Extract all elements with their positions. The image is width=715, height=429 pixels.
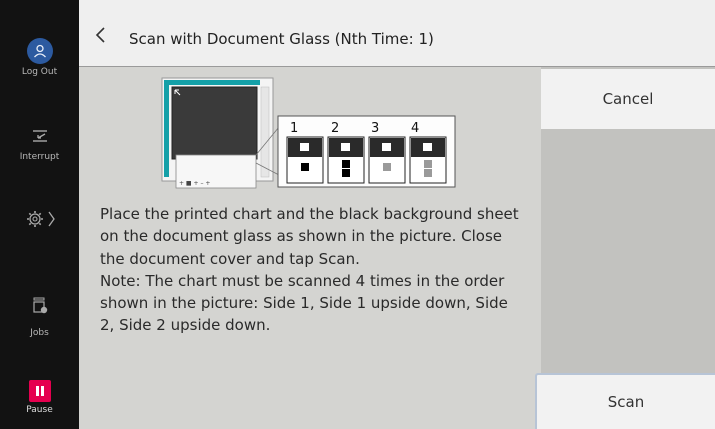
- scan-sequence-callout: 1 2 3 4: [277, 115, 456, 188]
- sequence-number: 4: [411, 121, 419, 136]
- settings-button[interactable]: [0, 208, 79, 233]
- back-button[interactable]: [91, 25, 111, 45]
- sequence-number: 1: [290, 121, 298, 136]
- scan-button[interactable]: Scan: [535, 373, 715, 429]
- placement-illustration: + ■ + – + 1 2 3 4: [161, 77, 456, 189]
- main-content: + ■ + – + 1 2 3 4 Place the printed char…: [79, 67, 540, 429]
- document-glass-illustration: + ■ + – +: [161, 77, 280, 189]
- logout-button[interactable]: Log Out: [0, 38, 79, 77]
- header-bar: Scan with Document Glass (Nth Time: 1): [79, 0, 715, 67]
- pause-label: Pause: [26, 405, 53, 415]
- pause-button[interactable]: Pause: [0, 380, 79, 415]
- pause-icon: [28, 380, 51, 402]
- chevron-left-icon: [95, 27, 105, 43]
- sequence-number: 3: [371, 121, 379, 136]
- interrupt-icon: [30, 130, 50, 149]
- user-icon: [26, 38, 53, 64]
- interrupt-label: Interrupt: [19, 152, 60, 162]
- sidebar: Log Out Interrupt Jobs Pause: [0, 0, 79, 429]
- jobs-label: Jobs: [30, 328, 49, 338]
- cancel-button[interactable]: Cancel: [541, 69, 715, 129]
- svg-text:+ ■ + – +: + ■ + – +: [179, 180, 210, 187]
- interrupt-button[interactable]: Interrupt: [0, 126, 79, 162]
- instruction-text: Place the printed chart and the black ba…: [100, 205, 519, 335]
- jobs-icon: [30, 297, 50, 318]
- page-title: Scan with Document Glass (Nth Time: 1): [129, 30, 434, 48]
- jobs-button[interactable]: Jobs: [0, 295, 79, 338]
- gear-icon: [20, 211, 60, 233]
- logout-label: Log Out: [21, 67, 58, 77]
- sequence-number: 2: [331, 121, 339, 136]
